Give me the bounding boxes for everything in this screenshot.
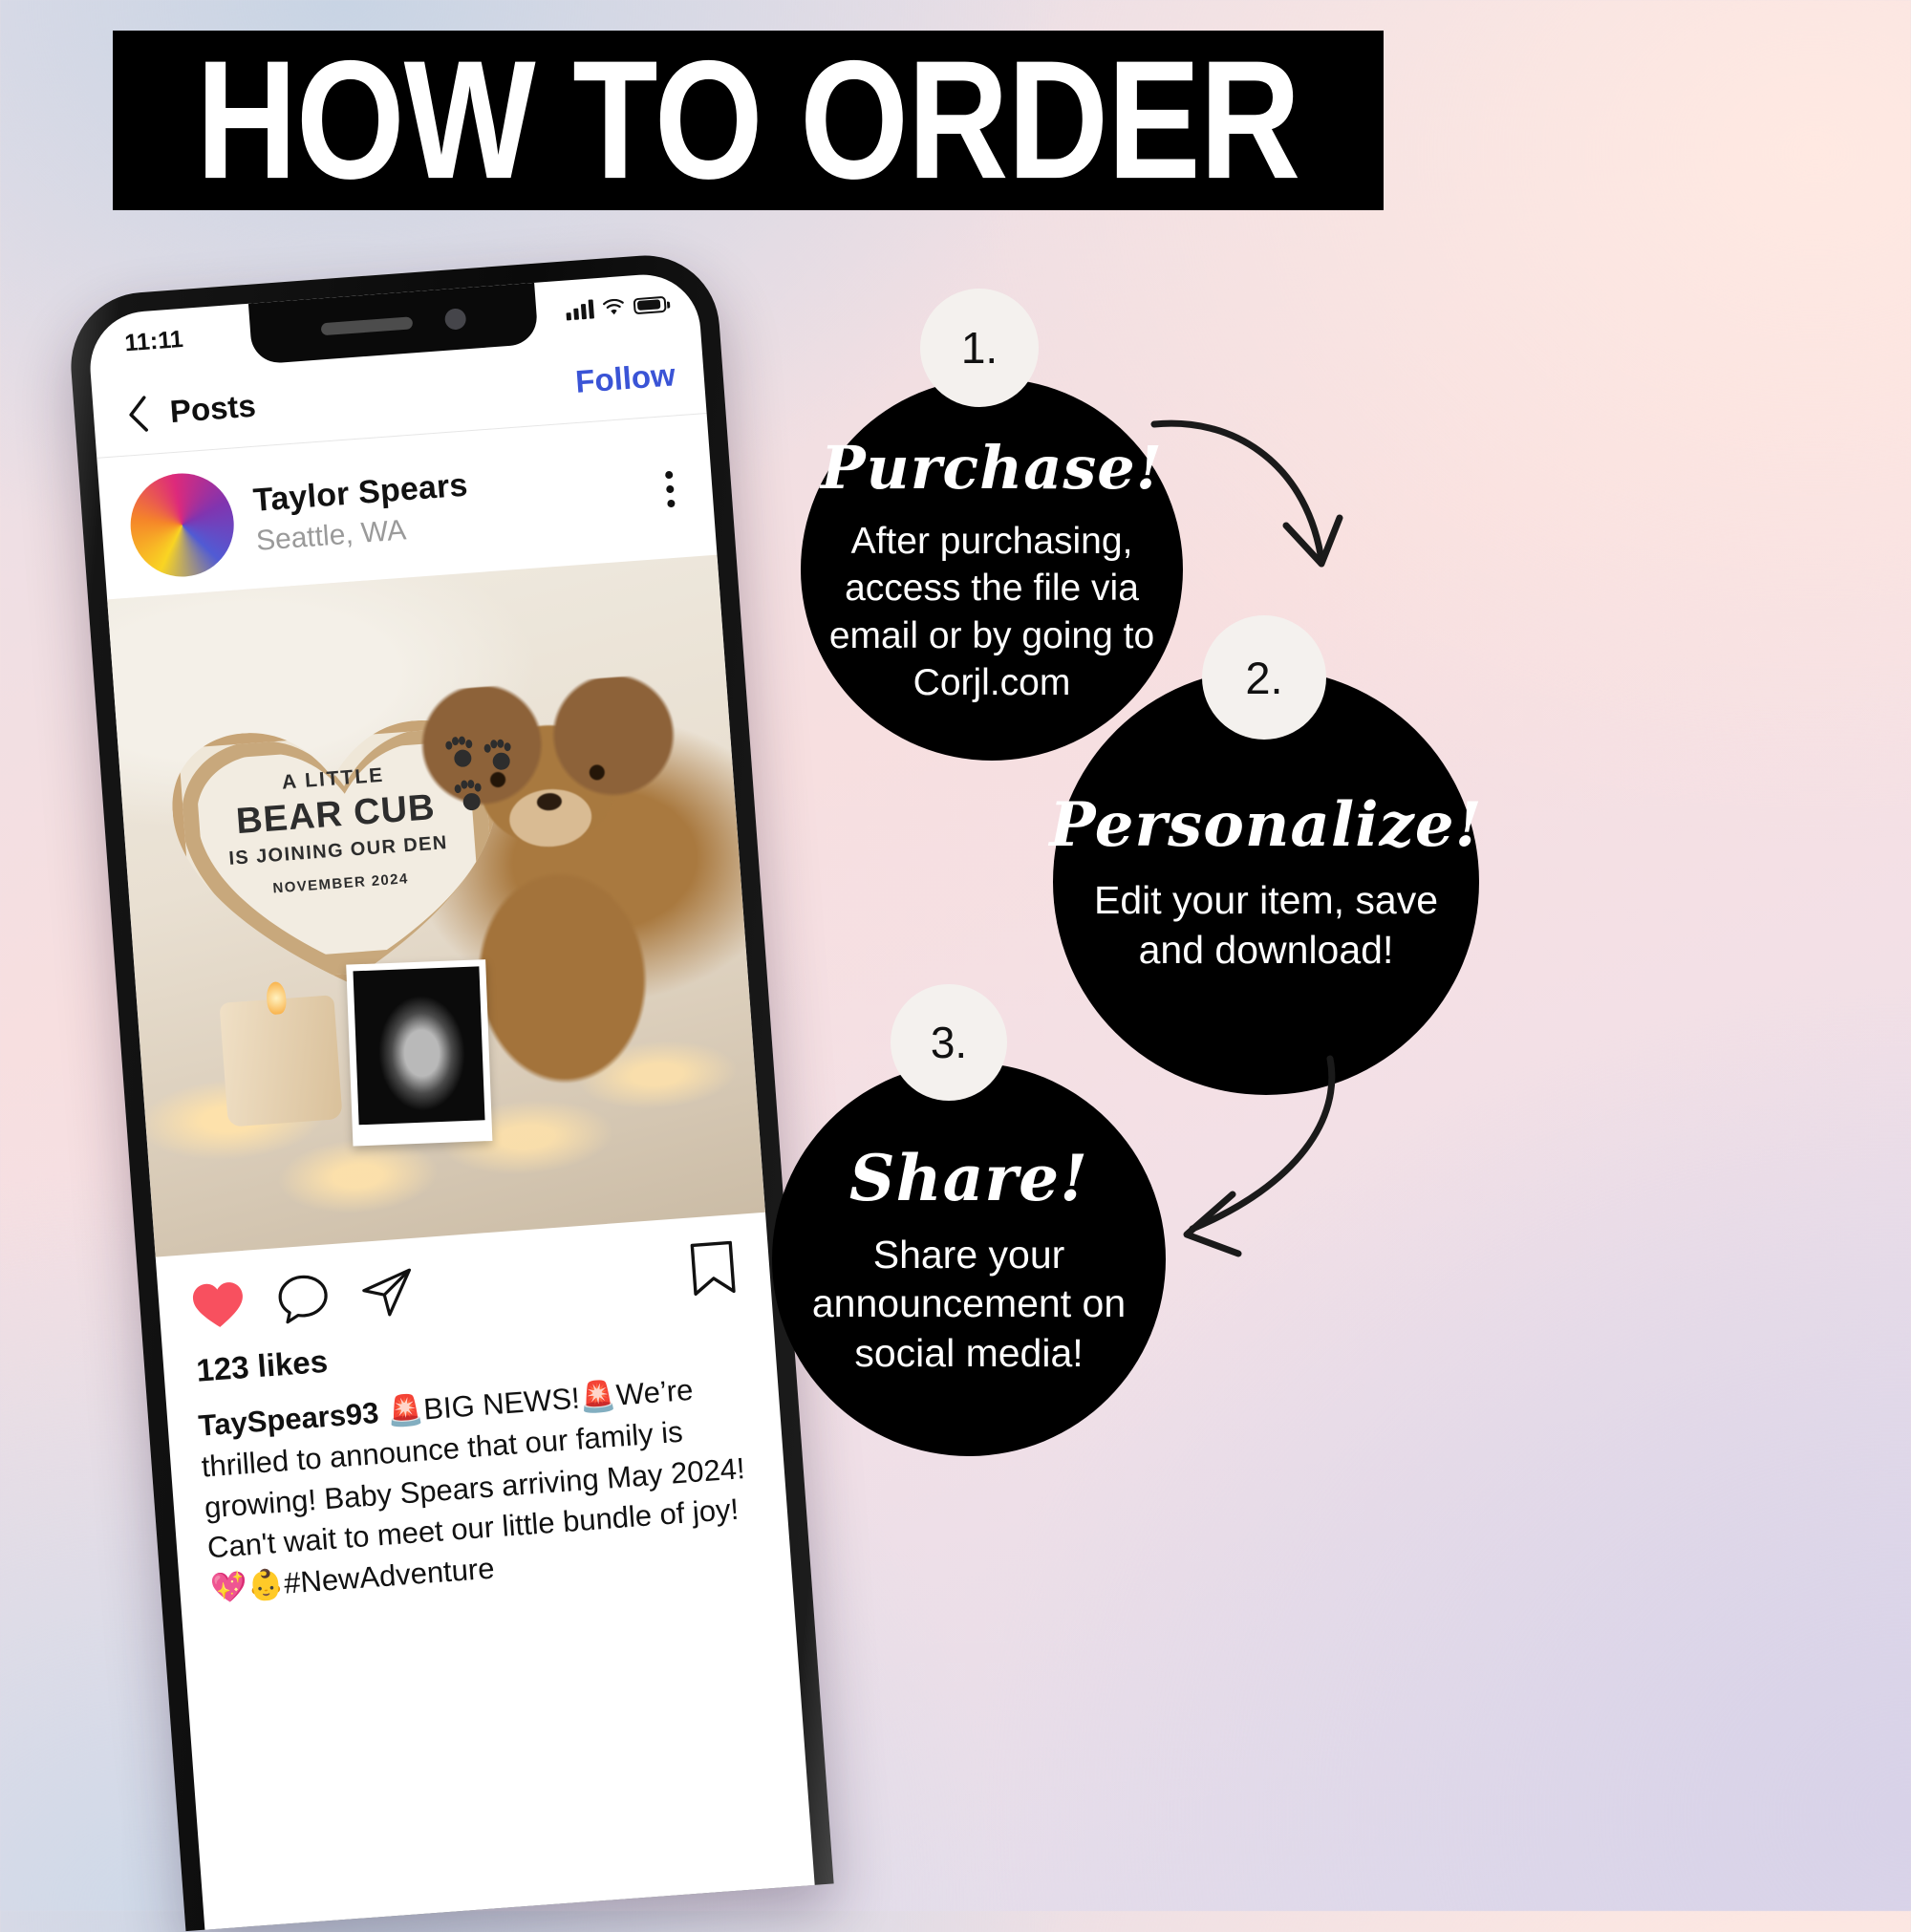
phone-screen: 11:11 Posts Follow Taylor Spears Seattle… [86,270,815,1930]
wifi-icon [602,298,626,317]
step-1-number-badge: 1. [920,289,1039,407]
step-3-number-badge: 3. [891,984,1007,1101]
post-caption: TaySpears93 🚨BIG NEWS!🚨We’re thrilled to… [165,1346,791,1612]
heart-icon[interactable] [190,1278,247,1337]
status-icons [566,294,667,321]
follow-button[interactable]: Follow [574,356,676,400]
cellular-bars-icon [566,299,595,321]
sign-line-1: A LITTLE [281,763,385,794]
step-3-bubble: Share! Share your announcement on social… [772,1063,1166,1456]
step-2-body: Edit your item, save and download! [1093,877,1439,972]
candle [219,995,343,1127]
page-title: HOW TO ORDER [196,26,1301,215]
announcement-sign: A LITTLE BEAR CUB IS JOINING OUR DEN NOV… [167,715,511,996]
arrow-step1-to-step2-icon [1150,419,1343,568]
post-photo: A LITTLE BEAR CUB IS JOINING OUR DEN NOV… [107,554,765,1257]
chevron-left-icon[interactable] [121,395,156,432]
phone-body: 11:11 Posts Follow Taylor Spears Seattle… [65,249,834,1932]
step-3-body: Share your announcement on social media! [811,1232,1127,1375]
sign-line-2: BEAR CUB [234,786,437,842]
post-author-block: Taylor Spears Seattle, WA [252,466,472,557]
front-camera-icon [443,308,467,331]
step-3-title: Share! [848,1140,1089,1215]
step-2-number-badge: 2. [1202,615,1326,740]
sign-text: A LITTLE BEAR CUB IS JOINING OUR DEN NOV… [167,715,510,996]
step-2-title: Personalize! [1049,788,1483,861]
phone-mockup: 11:11 Posts Follow Taylor Spears Seattle… [58,248,865,1932]
avatar[interactable] [126,469,238,581]
battery-icon [633,295,667,314]
step-1-bubble: Purchase! After purchasing, access the f… [801,378,1183,761]
status-time: 11:11 [123,325,184,356]
ultrasound-photo [346,959,493,1147]
sign-line-4: NOVEMBER 2024 [271,870,410,897]
bookmark-icon[interactable] [687,1239,739,1302]
step-1-body: After purchasing, access the file via em… [828,521,1155,703]
caption-handle[interactable]: TaySpears93 [197,1396,379,1443]
comment-bubble-icon[interactable] [276,1272,332,1330]
earpiece-speaker-icon [320,315,414,335]
nav-title: Posts [168,387,257,429]
arrow-step2-to-step3-icon [1183,1055,1336,1257]
paper-plane-icon[interactable] [359,1266,417,1324]
step-1-title: Purchase! [821,433,1163,504]
kebab-menu-icon[interactable] [664,470,685,508]
page-title-banner: HOW TO ORDER [113,31,1384,210]
